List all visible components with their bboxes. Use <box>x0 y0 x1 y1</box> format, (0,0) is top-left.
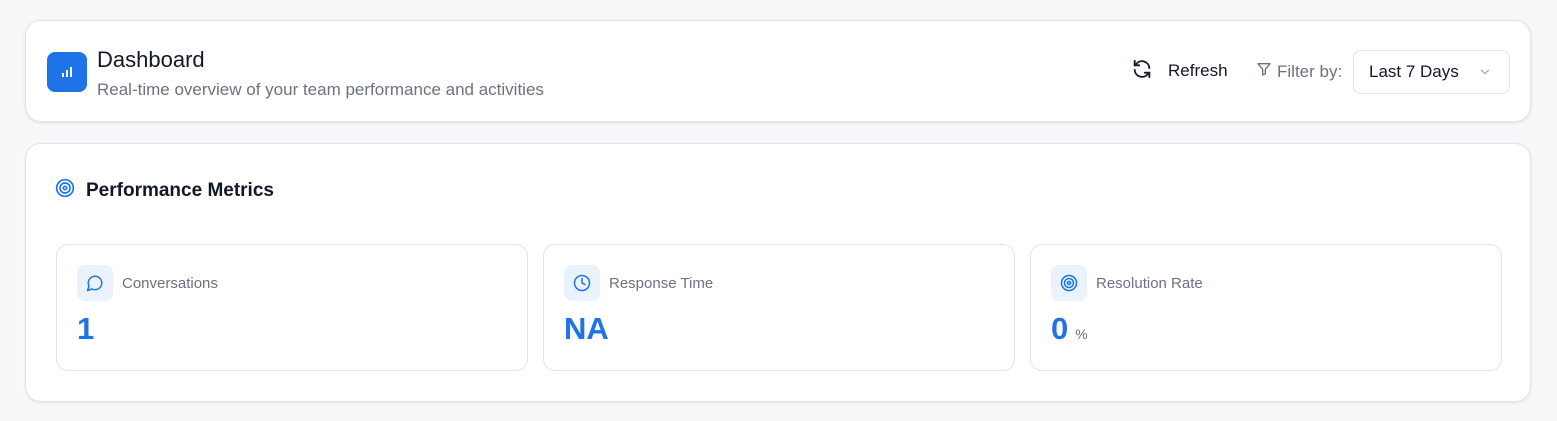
page-title: Dashboard <box>97 47 205 72</box>
bar-chart-icon <box>47 52 87 92</box>
metric-number: 1 <box>77 311 95 346</box>
clock-icon <box>564 265 600 301</box>
metric-card-conversations[interactable]: Conversations 1 <box>56 244 528 371</box>
metric-card-resolution-rate[interactable]: Resolution Rate 0 % <box>1030 244 1502 371</box>
metric-label: Conversations <box>122 275 218 292</box>
section-title: Performance Metrics <box>86 179 274 201</box>
metric-value: 1 <box>77 311 94 347</box>
metric-label: Resolution Rate <box>1096 275 1203 292</box>
date-range-select[interactable]: Last 7 Days <box>1353 50 1510 94</box>
target-icon <box>1051 265 1087 301</box>
metric-label: Response Time <box>609 275 714 292</box>
metric-number: 0 <box>1051 311 1069 346</box>
metric-value: NA <box>564 311 609 347</box>
target-icon <box>55 178 75 203</box>
refresh-label: Refresh <box>1168 61 1228 80</box>
chevron-down-icon <box>1478 65 1492 84</box>
message-circle-icon <box>77 265 113 301</box>
metric-card-response-time[interactable]: Response Time NA <box>543 244 1015 371</box>
performance-metrics-panel: Performance Metrics Conversations 1 Resp… <box>25 143 1531 402</box>
filter-label: Filter by: <box>1256 61 1342 82</box>
dashboard-header: Dashboard Real-time overview of your tea… <box>25 20 1531 122</box>
page-subtitle: Real-time overview of your team performa… <box>97 80 544 99</box>
filter-label-text: Filter by: <box>1277 61 1343 81</box>
metric-number: NA <box>564 311 609 346</box>
refresh-icon <box>1131 58 1153 85</box>
metric-value: 0 % <box>1051 311 1088 347</box>
filter-icon <box>1256 61 1272 82</box>
section-heading: Performance Metrics <box>55 178 274 203</box>
refresh-button[interactable]: Refresh <box>1131 59 1228 83</box>
metric-unit: % <box>1075 326 1088 342</box>
date-range-value: Last 7 Days <box>1369 62 1459 81</box>
